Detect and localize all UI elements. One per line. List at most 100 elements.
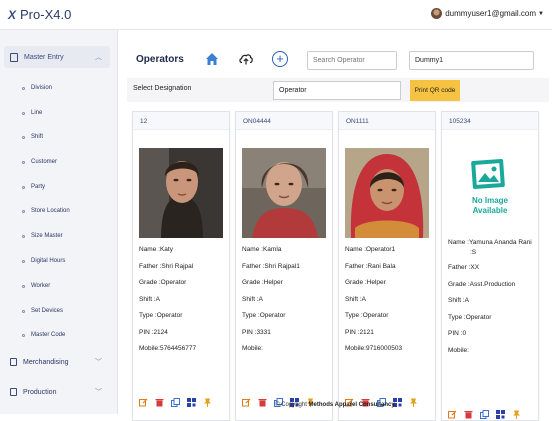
bullet-icon <box>22 234 25 238</box>
operator-father: Father :Rani Bala <box>345 262 396 270</box>
operator-shift: Shift :A <box>139 295 160 303</box>
operator-details: Name :Operator1 Father :Rani Bala Grade … <box>345 242 433 358</box>
sidebar-group-production[interactable]: Production ﹀ <box>10 388 106 396</box>
card-id: 105234 <box>442 112 538 130</box>
operator-card: ON04444 Name :Kamla Father :Shri Rajpal1… <box>235 111 333 421</box>
card-id: ON04444 <box>236 112 332 130</box>
sidebar-item-label: Set Devices <box>31 308 64 314</box>
operator-details: Name :Katy Father :Shri Rajpal Grade :Op… <box>139 242 227 358</box>
operator-card: 105234 No Image Available Name :Yamuna A… <box>441 111 539 421</box>
operator-pin: PIN :2121 <box>345 328 374 336</box>
bullet-icon <box>22 209 25 213</box>
sidebar-item-label: Party <box>31 184 46 190</box>
bullet-icon <box>22 333 25 337</box>
operator-photo <box>242 148 326 238</box>
operator-grade: Grade :Asst.Production <box>448 280 516 288</box>
sidebar-item-label: Shift <box>31 134 44 140</box>
bullet-icon <box>22 160 25 164</box>
caret-down-icon: ▼ <box>538 10 544 17</box>
bullet-icon <box>22 135 25 139</box>
designation-bar: Select Designation Operator Print QR cod… <box>127 78 549 102</box>
operator-mobile: Mobile:5764456777 <box>139 345 197 352</box>
designation-label: Select Designation <box>133 85 192 92</box>
sidebar-item-division[interactable]: Division <box>22 85 52 91</box>
sidebar-group-label: Production <box>23 388 57 396</box>
card-id: ON1111 <box>339 112 435 130</box>
operator-father: Father :XX <box>448 264 480 271</box>
no-image-text-line1: No Image <box>471 196 508 205</box>
bullet-icon <box>22 111 25 115</box>
operator-pin: PIN :0 <box>448 330 467 337</box>
sidebar-item-label: Store Location <box>31 208 70 214</box>
sidebar-group-merchandising[interactable]: Merchandising ﹀ <box>10 358 106 366</box>
bullet-icon <box>22 284 25 288</box>
sidebar-item-size-master[interactable]: Size Master <box>22 233 63 239</box>
sidebar-item-line[interactable]: Line <box>22 110 42 116</box>
sidebar-item-party[interactable]: Party <box>22 184 45 190</box>
chevron-down-icon: ﹀ <box>95 359 102 366</box>
tenant-field[interactable] <box>409 51 534 70</box>
sidebar-item-label: Size Master <box>31 233 63 239</box>
operator-grade: Grade :Helper <box>242 279 283 286</box>
chevron-down-icon: ﹀ <box>95 389 102 396</box>
document-icon <box>10 388 17 396</box>
operator-card: 12 Name :Katy Father :Shri Rajpal Grade … <box>132 111 230 421</box>
copyright-text: © Copyright <box>275 402 307 408</box>
operator-details: Name :Kamla Father :Shri Rajpal1 Grade :… <box>242 242 330 358</box>
operator-shift: Shift :A <box>242 295 263 303</box>
operator-shift: Shift :A <box>448 297 469 304</box>
search-input[interactable] <box>307 51 397 70</box>
operator-type: Type :Operator <box>242 312 286 319</box>
operator-name-block: Name :Yamuna Ananda Rani :S <box>448 238 536 258</box>
operator-mobile: Mobile:9716000503 <box>345 345 403 352</box>
plus-icon: + <box>276 51 284 66</box>
operator-name: Name :Katy <box>139 246 173 253</box>
operator-name: Name :Yamuna Ananda Rani <box>448 239 532 246</box>
sidebar-item-worker[interactable]: Worker <box>22 283 50 289</box>
operator-pin: PIN :3331 <box>242 328 271 336</box>
sidebar-item-customer[interactable]: Customer <box>22 159 57 165</box>
top-bar: X Pro-X4.0 dummyuser1@gmail.com ▼ <box>0 0 552 30</box>
print-qr-button[interactable]: Print QR code <box>410 80 460 101</box>
sidebar: Master Entry ︿ Division Line Shift Custo… <box>0 30 118 414</box>
sidebar-item-store-location[interactable]: Store Location <box>22 208 70 214</box>
sidebar-item-set-devices[interactable]: Set Devices <box>22 308 63 314</box>
add-operator-button[interactable]: + <box>272 51 288 67</box>
operator-type: Type :Operator <box>139 312 183 319</box>
operator-type: Type :Operator <box>345 312 389 319</box>
header-row: Operators + <box>119 46 552 76</box>
brand[interactable]: X Pro-X4.0 <box>8 7 71 22</box>
home-icon[interactable] <box>205 52 219 66</box>
operator-mobile: Mobile: <box>448 346 469 354</box>
user-menu[interactable]: dummyuser1@gmail.com ▼ <box>431 8 544 19</box>
sidebar-group-label: Merchandising <box>23 358 69 366</box>
footer: © Copyright Methods Apparel Consultancy. <box>119 402 552 414</box>
operator-photo <box>345 148 429 238</box>
operator-card: ON1111 Name :Operator1 Father :Rani Bala… <box>338 111 436 421</box>
no-image-text-line2: Available <box>472 206 508 215</box>
operator-father: Father :Shri Rajpal1 <box>242 262 300 270</box>
company-name: Methods Apparel Consultancy. <box>308 402 396 408</box>
operator-grade: Grade :Operator <box>139 279 187 286</box>
chevron-up-icon: ︿ <box>95 54 102 61</box>
designation-select[interactable]: Operator <box>273 81 401 100</box>
brand-logo-icon: X <box>8 7 17 22</box>
cloud-upload-icon[interactable] <box>238 51 254 67</box>
operator-type: Type :Operator <box>448 313 492 321</box>
bullet-icon <box>22 86 25 90</box>
operator-pin: PIN :2124 <box>139 328 168 336</box>
sidebar-item-master-code[interactable]: Master Code <box>22 332 65 338</box>
operator-details: Father :XX Grade :Asst.Production Shift … <box>448 260 536 359</box>
operator-name: Name :Operator1 <box>345 246 396 253</box>
no-image-placeholder: No Image Available <box>448 148 532 238</box>
sidebar-item-label: Worker <box>31 283 51 289</box>
operator-father: Father :Shri Rajpal <box>139 262 194 270</box>
card-id: 12 <box>133 112 229 130</box>
operator-name: Name :Kamla <box>242 246 282 253</box>
operator-mobile: Mobile: <box>242 345 263 352</box>
sidebar-section-master-entry[interactable]: Master Entry ︿ <box>4 46 110 68</box>
page-title: Operators <box>136 54 184 65</box>
image-placeholder-icon <box>471 159 505 189</box>
sidebar-item-digital-hours[interactable]: Digital Hours <box>22 258 65 264</box>
sidebar-item-shift[interactable]: Shift <box>22 134 43 140</box>
